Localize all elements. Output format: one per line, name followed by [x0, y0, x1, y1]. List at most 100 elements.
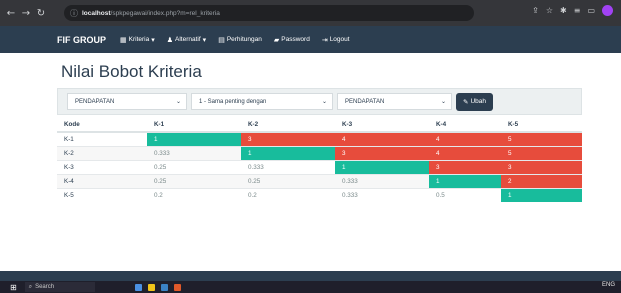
- matrix-cell: 0.2: [241, 187, 335, 202]
- matrix-cell: 0.5: [429, 187, 501, 202]
- header-k1: K-1: [147, 117, 241, 133]
- matrix-cell: 5: [501, 145, 582, 160]
- matrix-cell: 0.2: [147, 187, 241, 202]
- criteria2-value: PENDAPATAN: [345, 98, 385, 105]
- matrix-cell: 1: [335, 159, 429, 174]
- nav-kriteria-label: Kriteria: [128, 36, 150, 43]
- matrix-cell: 0.25: [241, 173, 335, 188]
- lock-icon: ▰: [273, 35, 280, 44]
- matrix-cell: 3: [241, 131, 335, 146]
- caret-down-icon: ▾: [151, 35, 155, 44]
- nav-alternatif-label: Alternatif: [175, 36, 201, 43]
- row-kode: K-5: [57, 187, 147, 202]
- matrix-cell: 1: [241, 145, 335, 160]
- matrix-cell: 0.333: [241, 159, 335, 174]
- header-k4: K-4: [429, 117, 501, 133]
- back-icon[interactable]: ←: [5, 8, 17, 19]
- nav-password-label: Password: [281, 36, 310, 43]
- matrix-cell: 0.333: [147, 145, 241, 160]
- page-footer: [0, 271, 621, 281]
- matrix-cell: 0.333: [335, 173, 429, 188]
- extensions-icon[interactable]: ✱: [560, 6, 567, 15]
- windows-start-icon[interactable]: ⊞: [10, 283, 17, 292]
- system-tray[interactable]: ENG: [602, 282, 615, 288]
- criteria1-select[interactable]: PENDAPATAN ⌄: [67, 93, 187, 110]
- row-kode: K-4: [57, 173, 147, 188]
- caret-down-icon: ▾: [202, 35, 207, 44]
- table-row: K-5 0.2 0.2 0.333 0.5 1: [57, 187, 582, 202]
- matrix-cell: 4: [429, 145, 501, 160]
- grid-icon: ▦: [120, 35, 127, 44]
- matrix-cell: 2: [501, 173, 582, 188]
- url-path: /spkpegawai/index.php?m=rel_kriteria: [110, 9, 220, 17]
- row-kode: K-2: [57, 145, 147, 160]
- nav-logout-label: Logout: [329, 36, 350, 43]
- criteria1-value: PENDAPATAN: [75, 98, 115, 105]
- nav-alternatif[interactable]: ♟ Alternatif ▾: [167, 36, 206, 44]
- comparison-form: PENDAPATAN ⌄ 1 - Sama penting dengan ⌄ P…: [57, 88, 582, 115]
- brand[interactable]: FIF GROUP: [57, 35, 106, 45]
- comparison-value: 1 - Sama penting dengan: [199, 98, 267, 105]
- forward-icon[interactable]: →: [20, 8, 32, 19]
- browser-app-icon[interactable]: [173, 283, 181, 291]
- matrix-cell: 0.25: [147, 159, 241, 174]
- header-k3: K-3: [335, 117, 429, 133]
- page-title: Nilai Bobot Kriteria: [61, 62, 202, 81]
- logout-icon: ⇥: [321, 35, 328, 44]
- matrix-cell: 3: [429, 159, 501, 174]
- browser-toolbar: ← → ↻ ⓘ localhost /spkpegawai/index.php?…: [0, 0, 621, 26]
- app-navbar: FIF GROUP ▦ Kriteria ▾ ♟ Alternatif ▾ ▤ …: [0, 26, 621, 53]
- file-explorer-icon[interactable]: [147, 283, 155, 291]
- table-header-row: Kode K-1 K-2 K-3 K-4 K-5: [57, 117, 582, 133]
- matrix-cell: 4: [429, 131, 501, 146]
- matrix-cell: 1: [147, 131, 241, 146]
- os-taskbar: ⊞ ⌕ Search ENG: [0, 281, 621, 293]
- header-kode: Kode: [57, 117, 147, 133]
- reload-icon[interactable]: ↻: [35, 8, 47, 19]
- search-icon: ⌕: [28, 283, 33, 290]
- sidepanel-icon[interactable]: ▭: [587, 6, 595, 15]
- user-icon: ♟: [166, 35, 174, 44]
- matrix-cell: 3: [501, 159, 582, 174]
- comparison-select[interactable]: 1 - Sama penting dengan ⌄: [191, 93, 333, 110]
- table-row: K-3 0.25 0.333 1 3 3: [57, 159, 582, 174]
- chevron-down-icon: ⌄: [321, 98, 327, 105]
- row-kode: K-3: [57, 159, 147, 174]
- taskbar-search[interactable]: ⌕ Search: [24, 282, 95, 292]
- criteria2-select[interactable]: PENDAPATAN ⌄: [337, 93, 452, 110]
- criteria-matrix-table: Kode K-1 K-2 K-3 K-4 K-5 K-1 1 3 4 4 5 K-2 0.33…: [57, 117, 582, 202]
- nav-perhitungan-label: Perhitungan: [226, 36, 262, 43]
- matrix-cell: 1: [429, 173, 501, 188]
- task-view-icon[interactable]: [134, 283, 142, 291]
- matrix-cell: 0.25: [147, 173, 241, 188]
- reading-list-icon[interactable]: ≡: [574, 6, 581, 15]
- profile-avatar[interactable]: [602, 5, 613, 16]
- matrix-cell: 1: [501, 187, 582, 202]
- bookmark-star-icon[interactable]: ☆: [546, 6, 553, 15]
- ubah-button[interactable]: ✎ Ubah: [456, 92, 493, 111]
- header-k5: K-5: [501, 117, 582, 133]
- matrix-cell: 3: [335, 145, 429, 160]
- table-row: K-1 1 3 4 4 5: [57, 131, 582, 146]
- matrix-cell: 0.333: [335, 187, 429, 202]
- share-icon[interactable]: ⇪: [532, 6, 539, 15]
- address-bar[interactable]: ⓘ localhost /spkpegawai/index.php?m=rel_…: [64, 5, 474, 21]
- table-row: K-4 0.25 0.25 0.333 1 2: [57, 173, 582, 188]
- nav-logout[interactable]: ⇥ Logout: [322, 36, 350, 44]
- calculator-icon: ▤: [218, 35, 225, 44]
- nav-kriteria[interactable]: ▦ Kriteria ▾: [120, 36, 155, 44]
- row-kode: K-1: [57, 131, 147, 146]
- ubah-label: Ubah: [470, 98, 486, 105]
- chevron-down-icon: ⌄: [175, 98, 181, 105]
- chevron-down-icon: ⌄: [440, 98, 446, 105]
- matrix-cell: 5: [501, 131, 582, 146]
- mail-icon[interactable]: [160, 283, 168, 291]
- edit-icon: ✎: [463, 98, 469, 106]
- matrix-cell: 4: [335, 131, 429, 146]
- table-row: K-2 0.333 1 3 4 5: [57, 145, 582, 160]
- info-icon[interactable]: ⓘ: [70, 8, 78, 19]
- nav-perhitungan[interactable]: ▤ Perhitungan: [218, 36, 262, 44]
- nav-password[interactable]: ▰ Password: [274, 36, 310, 44]
- taskbar-search-placeholder: Search: [35, 284, 55, 290]
- header-k2: K-2: [241, 117, 335, 133]
